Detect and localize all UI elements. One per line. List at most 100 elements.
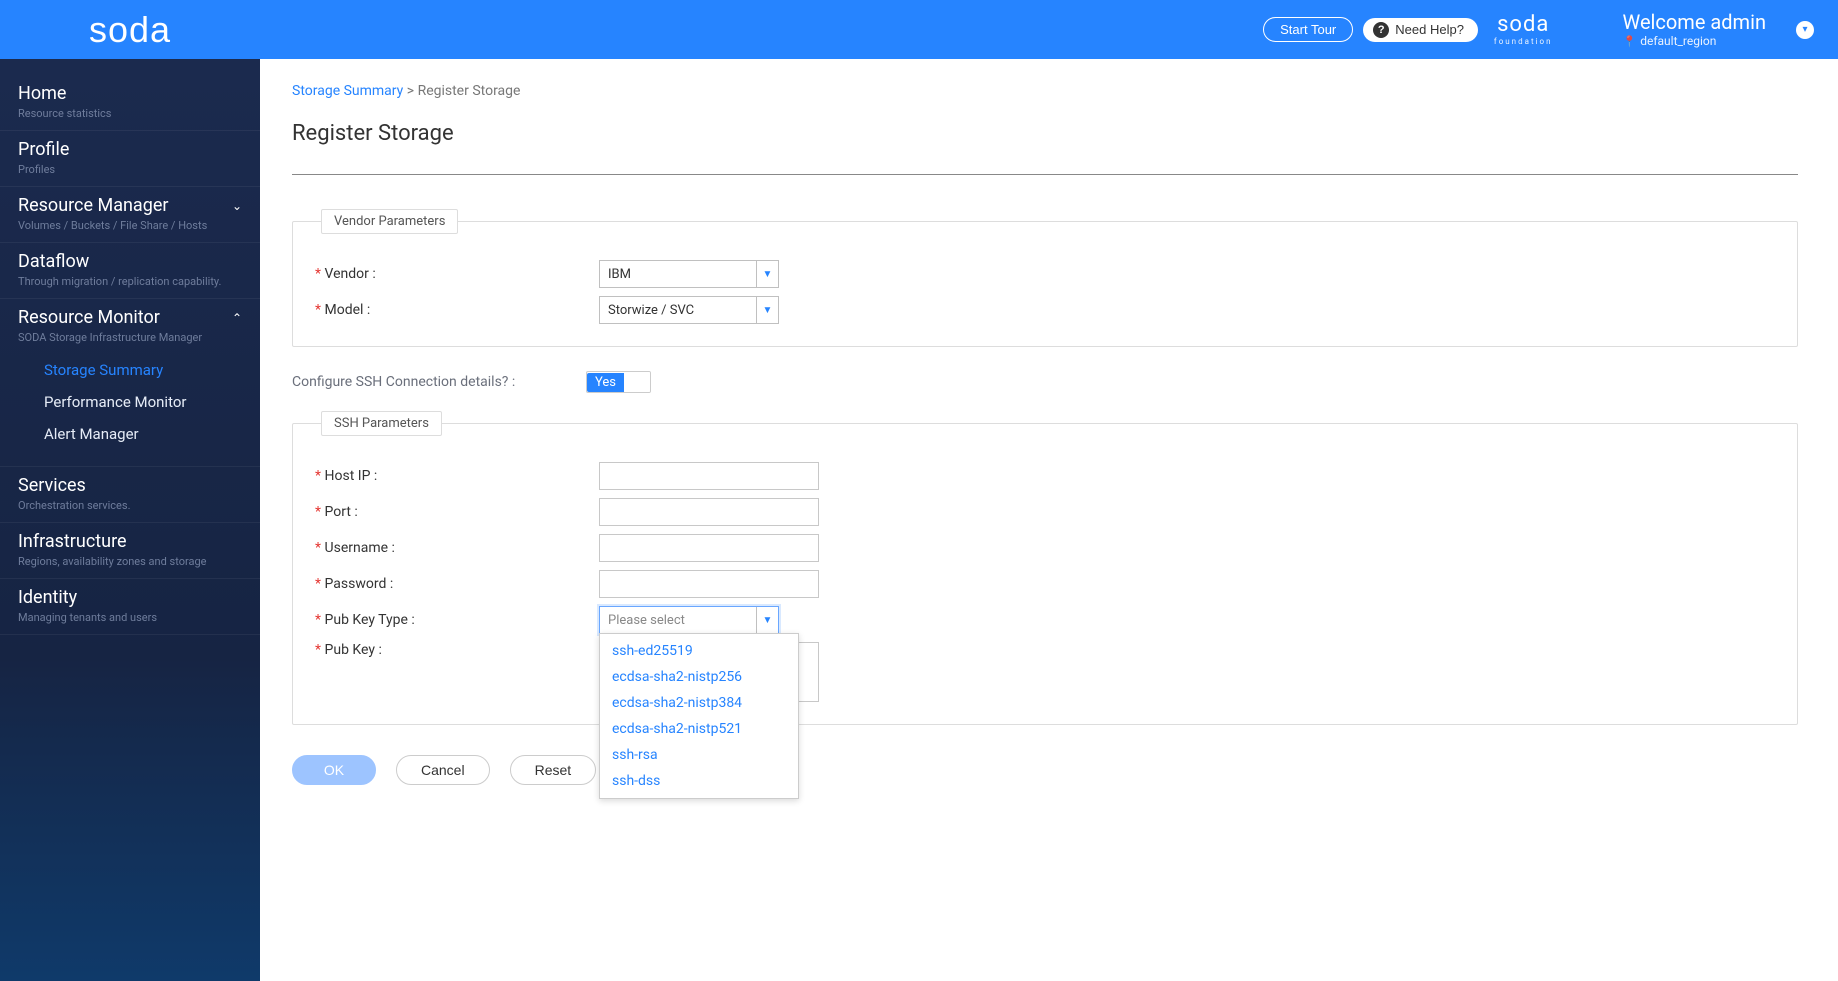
option-ssh-ed25519[interactable]: ssh-ed25519 bbox=[600, 638, 798, 664]
nav-profile-sub: Profiles bbox=[18, 163, 242, 176]
form-footer: OK Cancel Reset bbox=[292, 755, 1798, 785]
host-ip-input[interactable] bbox=[599, 462, 819, 490]
chevron-up-icon: ⌃ bbox=[232, 311, 242, 325]
foundation-logo: soda foundation bbox=[1494, 14, 1553, 46]
option-ssh-dss[interactable]: ssh-dss bbox=[600, 768, 798, 794]
option-ssh-rsa[interactable]: ssh-rsa bbox=[600, 742, 798, 768]
nav-home-title: Home bbox=[18, 83, 66, 104]
nav-resource-manager-title: Resource Manager bbox=[18, 195, 168, 216]
password-input[interactable] bbox=[599, 570, 819, 598]
app-shell: Home Resource statistics Profile Profile… bbox=[0, 59, 1838, 981]
breadcrumb-root-link[interactable]: Storage Summary bbox=[292, 83, 403, 99]
region-row: 📍 default_region bbox=[1623, 34, 1767, 48]
vendor-select[interactable]: IBM ▼ bbox=[599, 260, 779, 288]
port-input[interactable] bbox=[599, 498, 819, 526]
subnav-performance-monitor[interactable]: Performance Monitor bbox=[44, 386, 242, 418]
option-ecdsa-sha2-nistp521[interactable]: ecdsa-sha2-nistp521 bbox=[600, 716, 798, 742]
vendor-row: Vendor : IBM ▼ bbox=[315, 256, 1775, 292]
option-ecdsa-sha2-nistp256[interactable]: ecdsa-sha2-nistp256 bbox=[600, 664, 798, 690]
model-row: Model : Storwize / SVC ▼ bbox=[315, 292, 1775, 328]
ok-button[interactable]: OK bbox=[292, 755, 376, 785]
host-ip-label: Host IP : bbox=[315, 468, 599, 484]
nav-infrastructure-title: Infrastructure bbox=[18, 531, 127, 552]
nav-identity-sub: Managing tenants and users bbox=[18, 611, 242, 624]
sidebar-item-infrastructure[interactable]: Infrastructure Regions, availability zon… bbox=[0, 523, 260, 579]
sidebar-item-profile[interactable]: Profile Profiles bbox=[0, 131, 260, 187]
breadcrumb: Storage Summary > Register Storage bbox=[292, 83, 1798, 99]
dropdown-arrow-icon: ▼ bbox=[756, 607, 778, 633]
breadcrumb-separator: > bbox=[407, 83, 418, 99]
pin-icon: 📍 bbox=[1623, 35, 1637, 48]
region-text: default_region bbox=[1640, 34, 1716, 48]
host-ip-row: Host IP : bbox=[315, 458, 1775, 494]
sidebar-item-resource-manager[interactable]: Resource Manager ⌄ Volumes / Buckets / F… bbox=[0, 187, 260, 243]
ssh-parameters-panel: SSH Parameters Host IP : Port : Username… bbox=[292, 411, 1798, 725]
model-select-value: Storwize / SVC bbox=[608, 303, 694, 318]
nav-infrastructure-sub: Regions, availability zones and storage bbox=[18, 555, 242, 568]
subnav-storage-summary[interactable]: Storage Summary bbox=[44, 354, 242, 386]
nav-dataflow-sub: Through migration / replication capabili… bbox=[18, 275, 242, 288]
welcome-block: Welcome admin 📍 default_region bbox=[1623, 10, 1767, 48]
vendor-parameters-panel: Vendor Parameters Vendor : IBM ▼ Model :… bbox=[292, 209, 1798, 347]
cancel-button[interactable]: Cancel bbox=[396, 755, 490, 785]
sidebar-item-identity[interactable]: Identity Managing tenants and users bbox=[0, 579, 260, 635]
nav-home-sub: Resource statistics bbox=[18, 107, 242, 120]
question-icon: ? bbox=[1373, 22, 1389, 38]
reset-button[interactable]: Reset bbox=[510, 755, 597, 785]
nav-identity-title: Identity bbox=[18, 587, 77, 608]
sidebar-item-resource-monitor[interactable]: Resource Monitor ⌃ SODA Storage Infrastr… bbox=[0, 299, 260, 466]
logo-text: soda bbox=[89, 9, 171, 51]
sidebar-item-home[interactable]: Home Resource statistics bbox=[0, 75, 260, 131]
nav-services-title: Services bbox=[18, 475, 86, 496]
password-label: Password : bbox=[315, 576, 599, 592]
nav-resource-manager-sub: Volumes / Buckets / File Share / Hosts bbox=[18, 219, 242, 232]
ssh-toggle-value: Yes bbox=[587, 373, 624, 392]
pub-key-type-label: Pub Key Type : bbox=[315, 612, 599, 628]
model-label: Model : bbox=[315, 302, 599, 318]
pub-key-type-row: Pub Key Type : Please select ▼ ssh-ed255… bbox=[315, 602, 1775, 638]
need-help-button[interactable]: ? Need Help? bbox=[1363, 18, 1478, 42]
user-menu-toggle[interactable]: ▾ bbox=[1796, 21, 1814, 39]
nav-resource-monitor-title: Resource Monitor bbox=[18, 307, 160, 328]
chevron-down-icon: ⌄ bbox=[232, 199, 242, 213]
pub-key-type-options-panel: ssh-ed25519 ecdsa-sha2-nistp256 ecdsa-sh… bbox=[599, 633, 799, 799]
foundation-top: soda bbox=[1494, 14, 1553, 36]
username-label: Username : bbox=[315, 540, 599, 556]
port-row: Port : bbox=[315, 494, 1775, 530]
option-ecdsa-sha2-nistp384[interactable]: ecdsa-sha2-nistp384 bbox=[600, 690, 798, 716]
foundation-bottom: foundation bbox=[1494, 38, 1553, 46]
pub-key-type-select[interactable]: Please select ▼ ssh-ed25519 ecdsa-sha2-n… bbox=[599, 606, 779, 634]
sidebar: Home Resource statistics Profile Profile… bbox=[0, 59, 260, 981]
resource-monitor-subnav: Storage Summary Performance Monitor Aler… bbox=[18, 344, 242, 456]
main-content: Storage Summary > Register Storage Regis… bbox=[260, 59, 1838, 981]
pub-key-type-placeholder: Please select bbox=[608, 613, 685, 628]
vendor-panel-legend: Vendor Parameters bbox=[321, 209, 458, 234]
nav-services-sub: Orchestration services. bbox=[18, 499, 242, 512]
subnav-alert-manager[interactable]: Alert Manager bbox=[44, 418, 242, 450]
sidebar-item-services[interactable]: Services Orchestration services. bbox=[0, 466, 260, 523]
logo: soda bbox=[0, 0, 260, 59]
sidebar-item-dataflow[interactable]: Dataflow Through migration / replication… bbox=[0, 243, 260, 299]
pub-key-row: Pub Key : bbox=[315, 638, 1775, 706]
title-divider bbox=[292, 174, 1798, 175]
password-row: Password : bbox=[315, 566, 1775, 602]
breadcrumb-current: Register Storage bbox=[418, 83, 521, 99]
app-header: soda Start Tour ? Need Help? soda founda… bbox=[0, 0, 1838, 59]
page-title: Register Storage bbox=[292, 121, 1798, 146]
switch-handle bbox=[624, 372, 650, 392]
model-select[interactable]: Storwize / SVC ▼ bbox=[599, 296, 779, 324]
port-label: Port : bbox=[315, 504, 599, 520]
welcome-text: Welcome admin bbox=[1623, 10, 1767, 34]
ssh-toggle-row: Configure SSH Connection details? : Yes bbox=[292, 371, 1798, 393]
ssh-toggle-switch[interactable]: Yes bbox=[586, 371, 651, 393]
ssh-panel-legend: SSH Parameters bbox=[321, 411, 442, 436]
username-input[interactable] bbox=[599, 534, 819, 562]
nav-profile-title: Profile bbox=[18, 139, 69, 160]
start-tour-button[interactable]: Start Tour bbox=[1263, 17, 1353, 42]
dropdown-arrow-icon: ▼ bbox=[756, 297, 778, 323]
username-row: Username : bbox=[315, 530, 1775, 566]
vendor-label: Vendor : bbox=[315, 266, 599, 282]
pub-key-label: Pub Key : bbox=[315, 642, 599, 658]
vendor-select-value: IBM bbox=[608, 267, 631, 282]
nav-resource-monitor-sub: SODA Storage Infrastructure Manager bbox=[18, 331, 242, 344]
